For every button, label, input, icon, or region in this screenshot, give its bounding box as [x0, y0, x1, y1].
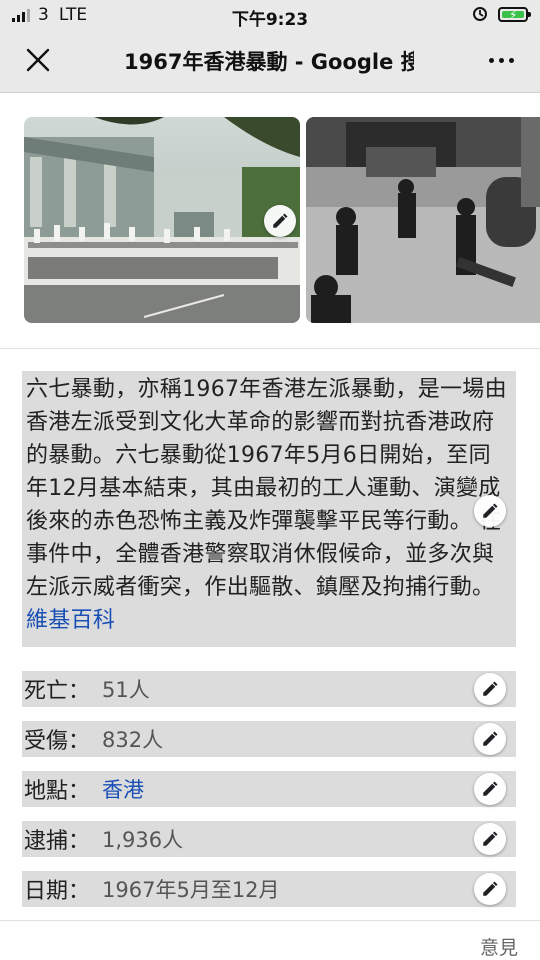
fact-label: 死亡： — [24, 679, 91, 704]
more-icon[interactable] — [489, 58, 514, 63]
fact-row-location: 地點： 香港 — [22, 771, 516, 807]
fact-label: 地點： — [24, 779, 91, 804]
location-link[interactable]: 香港 — [102, 774, 144, 804]
riot-police-photo[interactable] — [306, 117, 540, 323]
feedback-link[interactable]: 意見 — [480, 933, 518, 960]
pencil-icon — [483, 503, 498, 518]
fact-row-date: 日期： 1967年5月至12月 — [22, 871, 516, 907]
status-time: 下午9:23 — [231, 10, 309, 30]
do-not-disturb-icon — [473, 7, 487, 21]
protest-crowd-photo[interactable] — [24, 117, 300, 323]
fact-value: 51人 — [102, 678, 150, 702]
edit-fact-button[interactable] — [474, 773, 506, 805]
pencil-icon — [483, 681, 498, 696]
divider — [0, 920, 540, 921]
divider — [0, 348, 540, 349]
edit-fact-button[interactable] — [474, 673, 506, 705]
edit-fact-button[interactable] — [474, 823, 506, 855]
pencil-icon — [483, 781, 498, 796]
battery-icon: ⚡ — [498, 6, 531, 22]
edit-description-button[interactable] — [474, 495, 506, 527]
fact-row-deaths: 死亡： 51人 — [22, 671, 516, 707]
description-block: 六七暴動，亦稱1967年香港左派暴動，是一場由香港左派受到文化大革命的影響而對抗… — [22, 371, 516, 647]
edit-image-button[interactable] — [264, 205, 296, 237]
fact-value: 1,936人 — [102, 828, 184, 852]
edit-fact-button[interactable] — [474, 873, 506, 905]
close-icon[interactable] — [22, 44, 54, 76]
page-title: 1967年香港暴動 - Google 搜 — [124, 50, 414, 74]
description-body: 六七暴動，亦稱1967年香港左派暴動，是一場由香港左派受到文化大革命的影響而對抗… — [26, 377, 507, 600]
description-text: 六七暴動，亦稱1967年香港左派暴動，是一場由香港左派受到文化大革命的影響而對抗… — [26, 373, 512, 637]
wikipedia-link[interactable]: 維基百科 — [26, 608, 115, 633]
fact-value: 1967年5月至12月 — [102, 878, 280, 902]
fact-row-arrests: 逮捕： 1,936人 — [22, 821, 516, 857]
status-right: ⚡ — [472, 6, 531, 22]
pencil-icon — [483, 731, 498, 746]
pencil-icon — [483, 831, 498, 846]
page-header: 1967年香港暴動 - Google 搜 — [0, 30, 540, 93]
fact-row-injuries: 受傷： 832人 — [22, 721, 516, 757]
fact-label: 受傷： — [24, 729, 91, 754]
pencil-icon — [273, 213, 288, 228]
edit-fact-button[interactable] — [474, 723, 506, 755]
image-carousel — [0, 93, 540, 348]
fact-label: 日期： — [24, 879, 91, 904]
fact-label: 逮捕： — [24, 829, 91, 854]
pencil-icon — [483, 881, 498, 896]
fact-value: 832人 — [102, 728, 164, 752]
status-bar: 3 LTE 下午9:23 ⚡ — [0, 0, 540, 30]
